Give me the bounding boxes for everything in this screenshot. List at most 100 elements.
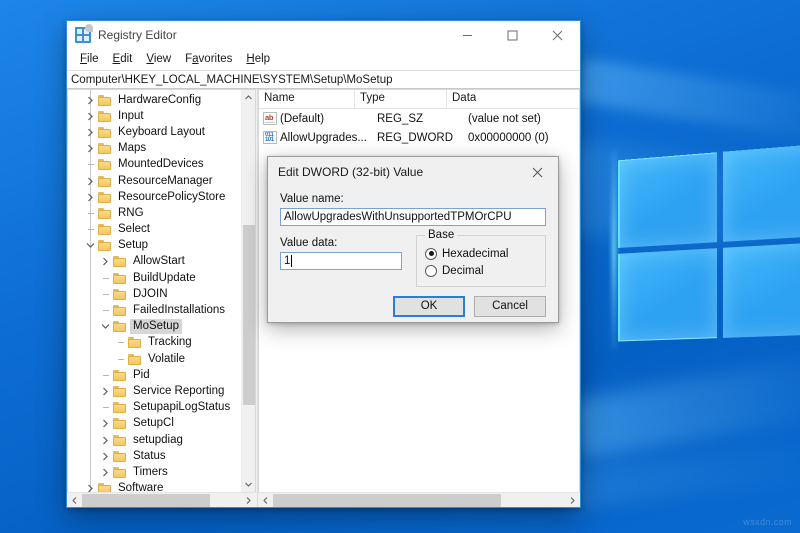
tree-item-resourcepolicystore[interactable]: ResourcePolicyStore [68, 189, 241, 205]
tree-item-volatile[interactable]: Volatile [68, 351, 241, 367]
folder-icon [98, 127, 111, 138]
tree-hscroll-track[interactable] [82, 493, 241, 508]
value-name-input[interactable]: AllowUpgradesWithUnsupportedTPMOrCPU [280, 208, 546, 226]
tree-item-allowstart[interactable]: AllowStart [68, 254, 241, 270]
scroll-right-button[interactable] [565, 493, 580, 508]
chevron-right-icon[interactable] [83, 484, 98, 492]
scroll-right-button[interactable] [241, 493, 256, 508]
scroll-up-button[interactable] [242, 90, 256, 105]
tree-item-status[interactable]: Status [68, 448, 241, 464]
chevron-right-icon[interactable] [83, 144, 98, 153]
radio-hexadecimal[interactable]: Hexadecimal [425, 245, 537, 262]
chevron-right-icon[interactable] [83, 112, 98, 121]
scroll-left-button[interactable] [67, 493, 82, 508]
minimize-button[interactable] [445, 21, 490, 49]
menu-edit[interactable]: Edit [106, 51, 140, 68]
tree-item-djoin[interactable]: DJOIN [68, 286, 241, 302]
tree-item-setupdiag[interactable]: setupdiag [68, 432, 241, 448]
tree-connector [98, 375, 113, 376]
tree-item-setupcl[interactable]: SetupCl [68, 416, 241, 432]
chevron-right-icon[interactable] [98, 436, 113, 445]
menu-file[interactable]: File [73, 51, 106, 68]
tree-item-setupapilogstatus[interactable]: SetupapiLogStatus [68, 400, 241, 416]
tree-item-resourcemanager[interactable]: ResourceManager [68, 173, 241, 189]
chevron-right-icon[interactable] [83, 128, 98, 137]
tree-item-label: Pid [130, 368, 153, 383]
tree-item-mounteddevices[interactable]: MountedDevices [68, 157, 241, 173]
tree-item-input[interactable]: Input [68, 108, 241, 124]
ok-button[interactable]: OK [393, 296, 465, 317]
column-header-data[interactable]: Data [447, 90, 579, 108]
tree-item-service-reporting[interactable]: Service Reporting [68, 383, 241, 399]
edit-dword-dialog: Edit DWORD (32-bit) Value Value name: Al… [267, 156, 559, 323]
tree-item-label: RNG [115, 206, 147, 221]
folder-icon [98, 483, 111, 492]
column-header-type[interactable]: Type [355, 90, 447, 108]
tree-scroll-thumb[interactable] [243, 225, 255, 405]
chevron-right-icon[interactable] [98, 452, 113, 461]
chevron-right-icon[interactable] [83, 177, 98, 186]
tree-item-buildupdate[interactable]: BuildUpdate [68, 270, 241, 286]
chevron-right-icon[interactable] [98, 387, 113, 396]
value-name: AllowUpgrades... [280, 132, 376, 144]
values-hscroll-thumb[interactable] [273, 494, 501, 507]
chevron-right-icon[interactable] [98, 257, 113, 266]
close-button[interactable] [535, 21, 580, 49]
maximize-button[interactable] [490, 21, 535, 49]
tree-item-software[interactable]: Software [68, 481, 241, 493]
tree-item-setup[interactable]: Setup [68, 238, 241, 254]
tree-item-pid[interactable]: Pid [68, 367, 241, 383]
tree-item-mosetup[interactable]: MoSetup [68, 319, 241, 335]
dialog-close-button[interactable] [516, 157, 558, 187]
tree-vertical-scrollbar[interactable] [241, 90, 255, 492]
tree-item-label: Keyboard Layout [115, 125, 208, 140]
tree-horizontal-scrollbar[interactable] [67, 492, 256, 507]
tree-item-rng[interactable]: RNG [68, 205, 241, 221]
chevron-right-icon[interactable] [98, 419, 113, 428]
value-data-input[interactable]: 1 [280, 252, 402, 270]
value-name-label: Value name: [280, 193, 546, 205]
tree-connector [83, 229, 98, 230]
wallpaper-glow-edge [612, 150, 616, 350]
tree-item-label: ResourceManager [115, 174, 216, 189]
scroll-left-button[interactable] [258, 493, 273, 508]
chevron-down-icon[interactable] [83, 242, 98, 249]
dialog-title-bar[interactable]: Edit DWORD (32-bit) Value [268, 157, 558, 187]
tree-item-label: ResourcePolicyStore [115, 190, 228, 205]
chevron-down-icon[interactable] [98, 323, 113, 330]
tree-connector [98, 310, 113, 311]
column-header-name[interactable]: Name [259, 90, 355, 108]
chevron-right-icon[interactable] [83, 96, 98, 105]
chevron-right-icon[interactable] [98, 468, 113, 477]
values-hscroll-track[interactable] [273, 493, 565, 508]
dialog-body: Value name: AllowUpgradesWithUnsupported… [268, 187, 558, 287]
value-row[interactable]: ab(Default)REG_SZ(value not set) [259, 109, 579, 128]
key-tree[interactable]: HardwareConfigInputKeyboard LayoutMapsMo… [68, 92, 241, 492]
menu-view[interactable]: View [139, 51, 178, 68]
window-title-bar[interactable]: Registry Editor [67, 21, 580, 49]
values-horizontal-scrollbar[interactable] [258, 492, 580, 507]
tree-item-timers[interactable]: Timers [68, 464, 241, 480]
value-row[interactable]: 011101AllowUpgrades...REG_DWORD0x0000000… [259, 128, 579, 147]
tree-item-hardwareconfig[interactable]: HardwareConfig [68, 92, 241, 108]
scroll-down-button[interactable] [242, 477, 256, 492]
value-name: (Default) [280, 113, 376, 125]
tree-item-tracking[interactable]: Tracking [68, 335, 241, 351]
chevron-right-icon[interactable] [83, 193, 98, 202]
radio-decimal[interactable]: Decimal [425, 262, 537, 279]
cancel-button[interactable]: Cancel [474, 296, 546, 317]
tree-item-maps[interactable]: Maps [68, 141, 241, 157]
tree-hscroll-thumb[interactable] [82, 494, 210, 507]
folder-icon [113, 370, 126, 381]
values-list[interactable]: ab(Default)REG_SZ(value not set)011101Al… [259, 109, 579, 147]
value-data: 0x00000000 (0) [468, 132, 579, 144]
value-type: REG_SZ [376, 113, 468, 125]
address-bar[interactable]: Computer\HKEY_LOCAL_MACHINE\SYSTEM\Setup… [67, 70, 580, 89]
tree-item-keyboard-layout[interactable]: Keyboard Layout [68, 124, 241, 140]
tree-item-failedinstallations[interactable]: FailedInstallations [68, 302, 241, 318]
tree-item-select[interactable]: Select [68, 222, 241, 238]
menu-help[interactable]: Help [239, 51, 277, 68]
menu-favorites[interactable]: Favorites [178, 51, 239, 68]
watermark: wsxdn.com [743, 517, 792, 527]
tree-scroll-track[interactable] [242, 105, 256, 477]
